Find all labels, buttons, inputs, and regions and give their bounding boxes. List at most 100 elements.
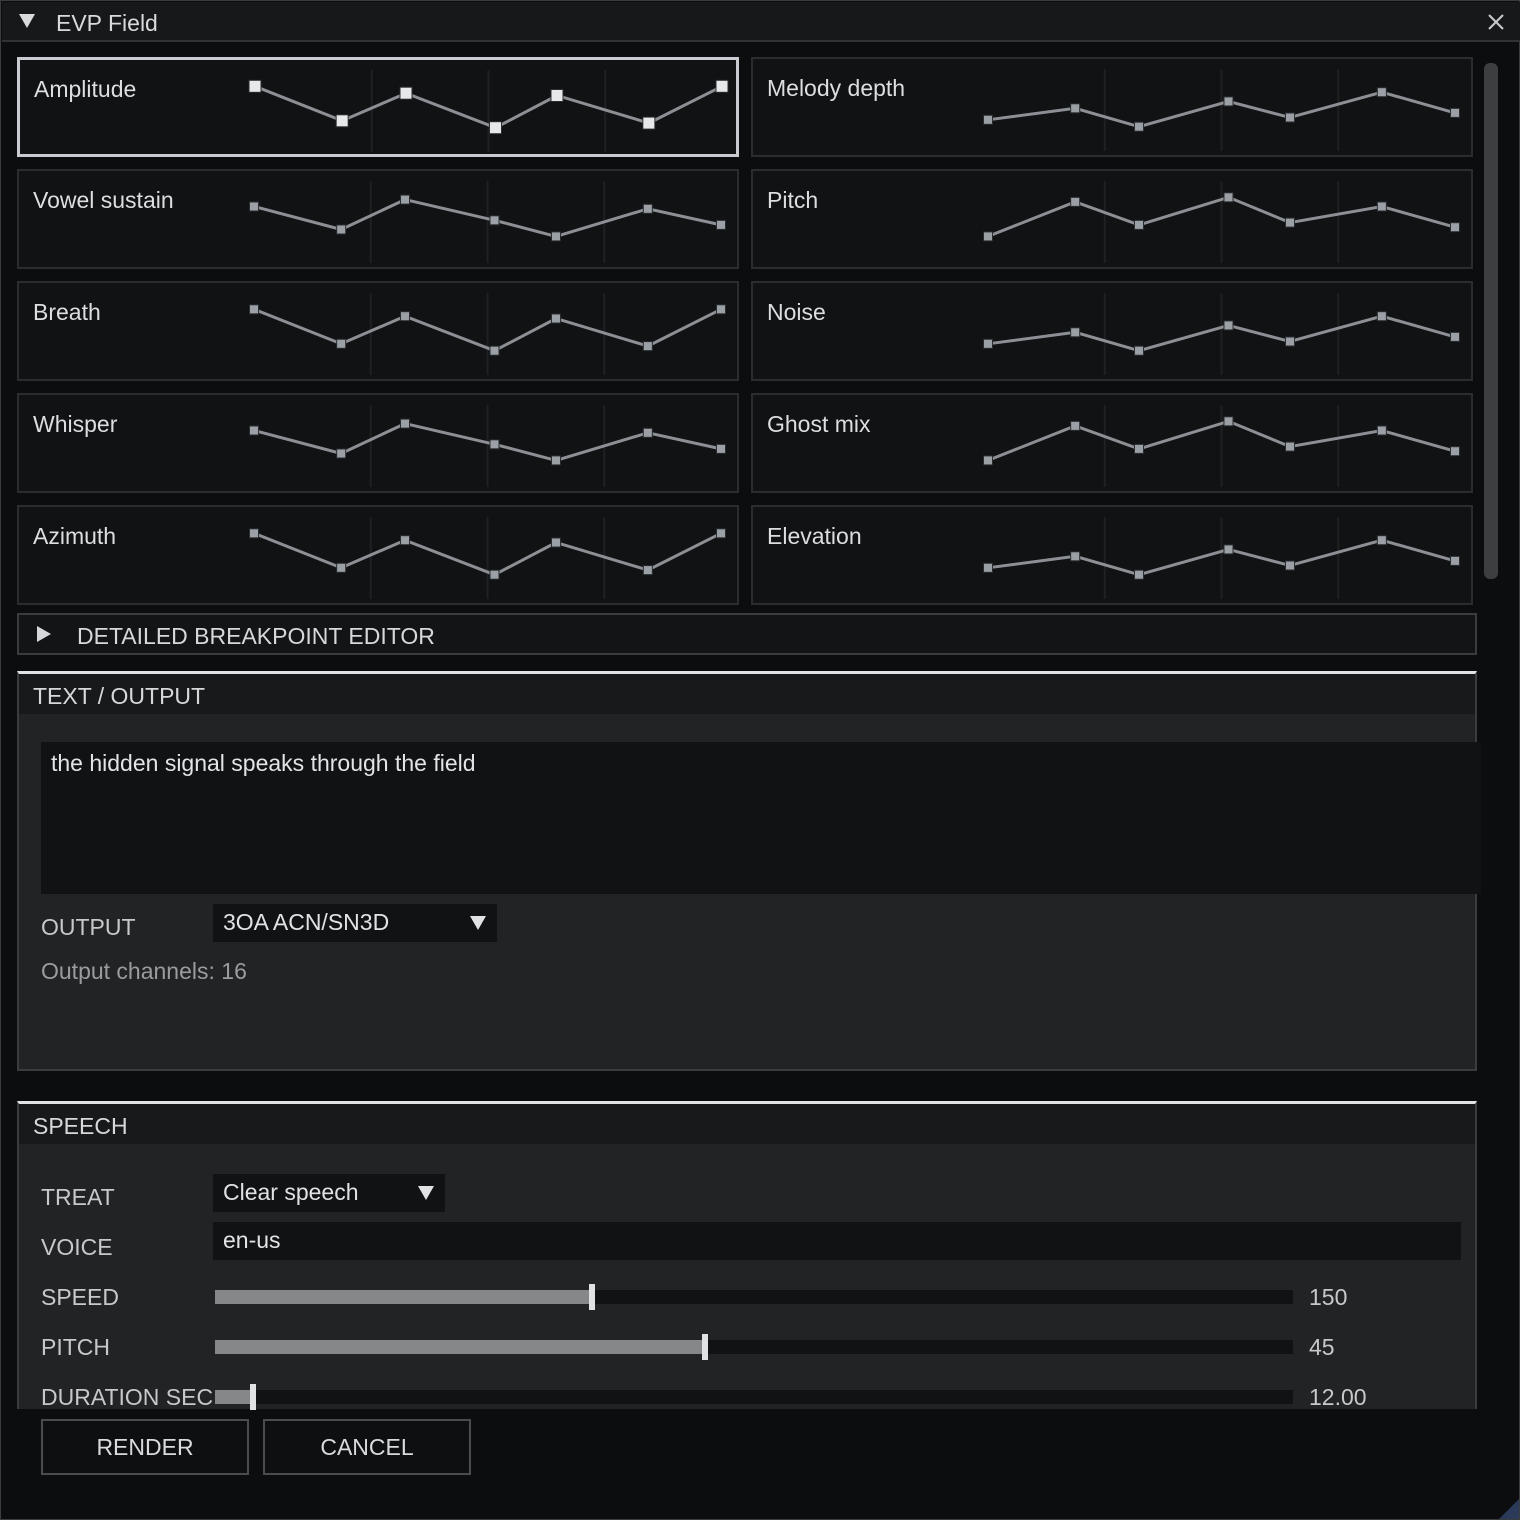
breakpoint-node[interactable] bbox=[715, 79, 729, 93]
breakpoint-node[interactable] bbox=[983, 455, 993, 466]
breakpoint-node[interactable] bbox=[399, 535, 410, 546]
breakpoint-node[interactable] bbox=[550, 231, 561, 242]
breakpoint-node[interactable] bbox=[642, 203, 653, 214]
envelope-graph[interactable] bbox=[19, 171, 741, 271]
breakpoint-node[interactable] bbox=[550, 313, 561, 324]
treat-dropdown[interactable]: Clear speech bbox=[213, 1174, 445, 1212]
breakpoint-node[interactable] bbox=[1070, 196, 1081, 207]
close-icon[interactable] bbox=[1484, 10, 1508, 34]
slider-handle[interactable] bbox=[702, 1334, 709, 1360]
breakpoint-node[interactable] bbox=[550, 89, 564, 102]
envelope-card-amplitude[interactable]: Amplitude bbox=[17, 57, 739, 157]
render-button[interactable]: RENDER bbox=[41, 1419, 249, 1475]
envelope-graph[interactable] bbox=[19, 507, 741, 607]
breakpoint-node[interactable] bbox=[336, 338, 347, 349]
breakpoint-node[interactable] bbox=[489, 345, 500, 356]
envelope-card-elevation[interactable]: Elevation bbox=[751, 505, 1473, 605]
breakpoint-node[interactable] bbox=[1070, 103, 1081, 114]
breakpoint-node[interactable] bbox=[1284, 217, 1295, 228]
envelope-card-breath[interactable]: Breath bbox=[17, 281, 739, 381]
breakpoint-node[interactable] bbox=[1133, 121, 1144, 132]
breakpoint-node[interactable] bbox=[1450, 555, 1460, 566]
breakpoint-node[interactable] bbox=[249, 201, 259, 212]
breakpoint-node[interactable] bbox=[1223, 320, 1234, 331]
breakpoint-node[interactable] bbox=[399, 418, 410, 429]
breakpoint-node[interactable] bbox=[1133, 569, 1144, 580]
breakpoint-node[interactable] bbox=[249, 425, 259, 436]
breakpoint-node[interactable] bbox=[1223, 416, 1234, 427]
breakpoint-node[interactable] bbox=[399, 311, 410, 322]
breakpoint-node[interactable] bbox=[1376, 425, 1387, 436]
breakpoint-node[interactable] bbox=[983, 231, 993, 242]
breakpoint-node[interactable] bbox=[1133, 219, 1144, 230]
envelope-card-ghost-mix[interactable]: Ghost mix bbox=[751, 393, 1473, 493]
breakpoint-node[interactable] bbox=[336, 448, 347, 459]
breakpoint-node[interactable] bbox=[983, 338, 993, 349]
envelope-card-pitch[interactable]: Pitch bbox=[751, 169, 1473, 269]
breakpoint-node[interactable] bbox=[1284, 441, 1295, 452]
slider-handle[interactable] bbox=[589, 1284, 596, 1310]
speech-text-input[interactable]: the hidden signal speaks through the fie… bbox=[41, 742, 1481, 894]
breakpoint-node[interactable] bbox=[399, 86, 413, 100]
breakpoint-node[interactable] bbox=[1284, 336, 1295, 347]
envelope-card-azimuth[interactable]: Azimuth bbox=[17, 505, 739, 605]
breakpoint-node[interactable] bbox=[1376, 535, 1387, 546]
breakpoint-node[interactable] bbox=[1070, 551, 1081, 562]
breakpoint-node[interactable] bbox=[716, 528, 726, 539]
breakpoint-node[interactable] bbox=[399, 194, 410, 205]
breakpoint-node[interactable] bbox=[1376, 311, 1387, 322]
breakpoint-node[interactable] bbox=[983, 562, 993, 573]
breakpoint-node[interactable] bbox=[489, 215, 500, 226]
breakpoint-node[interactable] bbox=[642, 427, 653, 438]
breakpoint-node[interactable] bbox=[1223, 544, 1234, 555]
cancel-button[interactable]: CANCEL bbox=[263, 1419, 471, 1475]
breakpoint-node[interactable] bbox=[716, 443, 726, 454]
speed-slider[interactable] bbox=[215, 1284, 1293, 1310]
breakpoint-node[interactable] bbox=[550, 455, 561, 466]
breakpoint-node[interactable] bbox=[642, 565, 653, 576]
breakpoint-node[interactable] bbox=[983, 114, 993, 125]
breakpoint-node[interactable] bbox=[550, 537, 561, 548]
voice-input[interactable]: en-us bbox=[213, 1222, 1461, 1260]
duration-slider[interactable] bbox=[215, 1384, 1293, 1410]
envelope-graph[interactable] bbox=[19, 283, 741, 383]
scrollbar-thumb[interactable] bbox=[1484, 63, 1498, 579]
breakpoint-node[interactable] bbox=[336, 562, 347, 573]
envelope-card-noise[interactable]: Noise bbox=[751, 281, 1473, 381]
breakpoint-node[interactable] bbox=[336, 224, 347, 235]
slider-handle[interactable] bbox=[249, 1384, 256, 1410]
triangle-down-icon[interactable] bbox=[16, 10, 38, 32]
breakpoint-node[interactable] bbox=[642, 116, 656, 130]
envelope-graph[interactable] bbox=[753, 59, 1475, 159]
breakpoint-node[interactable] bbox=[1450, 107, 1460, 118]
breakpoint-node[interactable] bbox=[642, 341, 653, 352]
envelope-card-whisper[interactable]: Whisper bbox=[17, 393, 739, 493]
breakpoint-node[interactable] bbox=[1376, 201, 1387, 212]
breakpoint-node[interactable] bbox=[1070, 420, 1081, 431]
pitch-slider[interactable] bbox=[215, 1334, 1293, 1360]
envelope-graph[interactable] bbox=[753, 395, 1475, 495]
envelope-graph[interactable] bbox=[20, 60, 742, 160]
breakpoint-node[interactable] bbox=[1133, 345, 1144, 356]
breakpoint-node[interactable] bbox=[1223, 192, 1234, 203]
breakpoint-node[interactable] bbox=[1450, 446, 1460, 457]
breakpoint-node[interactable] bbox=[1284, 112, 1295, 123]
breakpoint-node[interactable] bbox=[489, 121, 503, 135]
resize-grip-icon[interactable] bbox=[1497, 1497, 1519, 1519]
breakpoint-editor-toggle[interactable]: DETAILED BREAKPOINT EDITOR bbox=[17, 613, 1477, 655]
breakpoint-node[interactable] bbox=[248, 79, 262, 93]
breakpoint-node[interactable] bbox=[1133, 443, 1144, 454]
envelope-graph[interactable] bbox=[19, 395, 741, 495]
breakpoint-node[interactable] bbox=[249, 304, 259, 315]
breakpoint-node[interactable] bbox=[716, 219, 726, 230]
envelope-card-melody-depth[interactable]: Melody depth bbox=[751, 57, 1473, 157]
envelope-graph[interactable] bbox=[753, 507, 1475, 607]
breakpoint-node[interactable] bbox=[489, 569, 500, 580]
breakpoint-node[interactable] bbox=[1223, 96, 1234, 107]
breakpoint-node[interactable] bbox=[1450, 331, 1460, 342]
breakpoint-node[interactable] bbox=[1450, 222, 1460, 233]
output-format-dropdown[interactable]: 3OA ACN/SN3D bbox=[213, 904, 497, 942]
breakpoint-node[interactable] bbox=[249, 528, 259, 539]
breakpoint-node[interactable] bbox=[1284, 560, 1295, 571]
envelope-graph[interactable] bbox=[753, 283, 1475, 383]
